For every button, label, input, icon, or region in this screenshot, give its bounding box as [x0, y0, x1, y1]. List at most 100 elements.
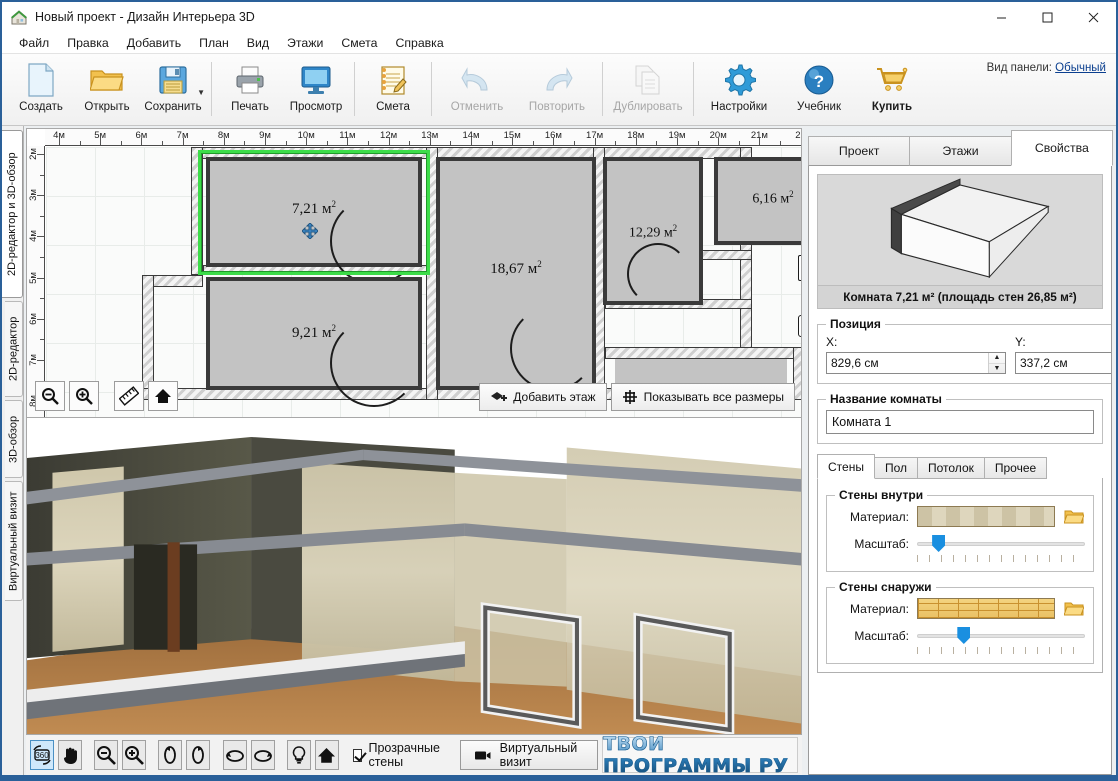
surface-tab-ceiling[interactable]: Потолок — [917, 457, 985, 479]
surface-tab-walls[interactable]: Стены — [817, 454, 875, 479]
pan-hand-icon — [63, 747, 77, 764]
show-all-sizes-button[interactable]: Показывать все размеры — [610, 383, 795, 411]
tab-properties[interactable]: Свойства — [1010, 130, 1113, 166]
room-9-21[interactable]: 9,21 м2 — [206, 277, 422, 407]
room-18-67[interactable]: 18,67 м2 — [436, 157, 596, 391]
home-3d-button[interactable] — [314, 740, 339, 770]
ruler-h-tick — [697, 141, 699, 145]
spinner-down-icon[interactable]: ▼ — [989, 364, 1005, 374]
menu-item-floors[interactable]: Этажи — [278, 34, 332, 52]
undo-button[interactable]: Отменить — [437, 56, 517, 124]
zoom-out-button[interactable] — [35, 381, 65, 411]
interior-wall-lower[interactable] — [605, 347, 801, 359]
surface-tab-label: Потолок — [928, 461, 974, 475]
orbit-360-button[interactable]: 360 — [30, 740, 54, 770]
right-panel: Проект Этажи Свойства Комната 7,21 м² (п… — [806, 126, 1116, 775]
room-6-16[interactable]: 6,16 м2 — [714, 157, 801, 245]
minimize-button[interactable] — [978, 2, 1024, 32]
surface-tab-floor[interactable]: Пол — [873, 457, 918, 479]
left-tab-virtual-visit[interactable]: Виртуальный визит — [5, 481, 23, 601]
outer-material-browse-button[interactable] — [1063, 599, 1085, 619]
ruler-h-tick — [79, 141, 81, 145]
redo-button[interactable]: Повторить — [517, 56, 597, 124]
menu-item-file[interactable]: Файл — [10, 34, 58, 52]
home-view-button[interactable] — [148, 381, 178, 411]
menu-item-edit[interactable]: Правка — [58, 34, 118, 52]
virtual-visit-label: Виртуальный визит — [499, 741, 578, 769]
close-button[interactable] — [1070, 2, 1116, 32]
slider-thumb[interactable] — [957, 627, 971, 644]
measure-button[interactable] — [114, 381, 144, 411]
light-button[interactable] — [286, 740, 311, 770]
x-spinner[interactable]: ▲ ▼ — [826, 352, 1006, 374]
estimate-button[interactable]: Смета — [360, 56, 426, 124]
outer-material-row: Материал: — [835, 598, 1085, 619]
outer-scale-slider[interactable] — [917, 626, 1085, 646]
tab-project[interactable]: Проект — [808, 136, 911, 166]
left-tab-3d-view[interactable]: 3D-обзор — [5, 400, 23, 478]
ruler-h-tick — [553, 138, 555, 145]
floor-plan-canvas[interactable]: 7,21 м2 9,21 м2 18,67 м2 12,29 м2 6,16 м… — [46, 147, 801, 417]
toilet-fixture-icon — [798, 315, 801, 337]
house-icon — [10, 9, 28, 26]
duplicate-pages-icon — [633, 62, 663, 98]
toolbar-separator — [211, 62, 212, 116]
duplicate-button[interactable]: Дублировать — [608, 56, 688, 124]
inner-scale-ticks — [917, 555, 1085, 562]
outer-material-swatch[interactable] — [917, 598, 1055, 619]
menu-item-help[interactable]: Справка — [386, 34, 452, 52]
x-input[interactable] — [827, 353, 988, 373]
toolbar-separator — [693, 62, 694, 116]
preview-button[interactable]: Просмотр — [283, 56, 349, 124]
surface-tab-other[interactable]: Прочее — [983, 457, 1048, 479]
new-button[interactable]: Создать — [8, 56, 74, 124]
room-name-input[interactable] — [826, 410, 1094, 434]
menu-item-plan[interactable]: План — [190, 34, 238, 52]
zoom-out-3d-button[interactable] — [94, 740, 119, 770]
room-12-29[interactable]: 12,29 м2 — [603, 157, 703, 305]
inner-material-browse-button[interactable] — [1063, 507, 1085, 527]
add-floor-button[interactable]: Добавить этаж — [479, 383, 607, 411]
zoom-in-button[interactable] — [69, 381, 99, 411]
room-3d-preview — [817, 174, 1103, 286]
slider-thumb[interactable] — [932, 535, 946, 552]
3d-viewport[interactable] — [26, 418, 802, 735]
orbit-right-button[interactable] — [250, 740, 275, 770]
inner-material-swatch[interactable] — [917, 506, 1055, 527]
save-button[interactable]: Сохранить ▼ — [140, 56, 206, 124]
duplicate-button-label: Дублировать — [613, 101, 683, 113]
transparent-walls-checkbox[interactable]: Прозрачные стены — [352, 741, 447, 769]
menu-item-add[interactable]: Добавить — [118, 34, 190, 52]
left-tab-2d-editor[interactable]: 2D-редактор — [5, 301, 23, 397]
inner-scale-slider[interactable] — [917, 534, 1085, 554]
tutorial-button[interactable]: ? Учебник — [779, 56, 859, 124]
menu-item-estimate[interactable]: Смета — [332, 34, 386, 52]
spinner-arrows[interactable]: ▲ ▼ — [988, 353, 1005, 373]
2d-editor-viewport[interactable]: 4м 5м 6м 7м 8м 9м 10м 11м 12м 13м 14м 15м 16м 17м 18м 1… — [26, 128, 802, 418]
chevron-down-icon[interactable]: ▼ — [197, 88, 205, 97]
y-spinner[interactable]: ▲ ▼ — [1015, 352, 1111, 374]
zoom-in-3d-button[interactable] — [122, 740, 146, 770]
orbit-left-button[interactable] — [222, 740, 247, 770]
maximize-button[interactable] — [1024, 2, 1070, 32]
undo-arrow-icon — [461, 62, 493, 98]
pan-button[interactable] — [58, 740, 82, 770]
zoom-out-icon — [97, 746, 117, 765]
rotate-left-button[interactable] — [158, 740, 183, 770]
left-view-tabs: 2D-редактор и 3D-обзор 2D-редактор 3D-об… — [2, 126, 24, 775]
virtual-visit-button[interactable]: Виртуальный визит — [460, 740, 599, 770]
printer-icon — [234, 62, 266, 98]
left-tab-2d-and-3d[interactable]: 2D-редактор и 3D-обзор — [2, 130, 23, 298]
checkbox-box[interactable] — [352, 748, 363, 762]
ruler-icon — [119, 386, 139, 406]
spinner-up-icon[interactable]: ▲ — [989, 353, 1005, 364]
menu-item-view[interactable]: Вид — [238, 34, 278, 52]
open-button[interactable]: Открыть — [74, 56, 140, 124]
buy-button[interactable]: Купить — [859, 56, 925, 124]
settings-button[interactable]: Настройки — [699, 56, 779, 124]
rotate-right-button[interactable] — [186, 740, 211, 770]
panel-view-value-link[interactable]: Обычный — [1055, 62, 1106, 74]
print-button[interactable]: Печать — [217, 56, 283, 124]
tab-floors[interactable]: Этажи — [909, 136, 1012, 166]
y-input[interactable] — [1016, 353, 1111, 373]
